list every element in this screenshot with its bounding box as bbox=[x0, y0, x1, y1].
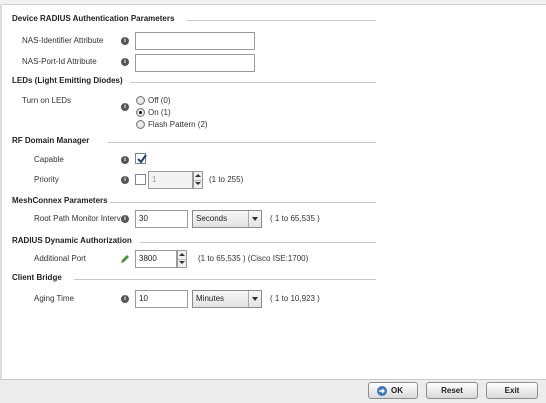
info-icon[interactable]: i bbox=[121, 215, 129, 223]
nas-port-input[interactable] bbox=[135, 54, 255, 72]
section-divider bbox=[74, 279, 376, 280]
aging-time-input[interactable]: 10 bbox=[135, 290, 188, 308]
radio-off[interactable] bbox=[136, 96, 145, 105]
root-path-range: ( 1 to 65,535 ) bbox=[270, 214, 320, 223]
radio-flash[interactable] bbox=[136, 120, 145, 129]
nas-port-label: NAS-Port-Id Attribute bbox=[22, 57, 97, 66]
aging-time-unit-select[interactable]: Minutes bbox=[192, 290, 262, 308]
section-title: Client Bridge bbox=[12, 273, 62, 282]
checkmark-icon bbox=[137, 154, 147, 164]
aging-time-range: ( 1 to 10,923 ) bbox=[270, 294, 320, 303]
capable-label: Capable bbox=[34, 155, 64, 164]
additional-port-input[interactable]: 3800 bbox=[135, 250, 177, 268]
additional-port-range: (1 to 65,535 ) (Cisco ISE:1700) bbox=[198, 254, 309, 263]
arrow-right-icon bbox=[377, 386, 387, 396]
section-divider bbox=[110, 202, 376, 203]
section-title: RF Domain Manager bbox=[12, 136, 90, 145]
left-edge bbox=[0, 4, 2, 379]
chevron-down-icon bbox=[248, 211, 261, 227]
section-title: Device RADIUS Authentication Parameters bbox=[12, 14, 175, 23]
section-rf-domain: RF Domain Manager bbox=[0, 136, 546, 148]
section-title: RADIUS Dynamic Authorization bbox=[12, 236, 132, 245]
priority-label: Priority bbox=[34, 175, 59, 184]
aging-time-label: Aging Time bbox=[34, 294, 75, 303]
section-leds: LEDs (Light Emitting Diodes) bbox=[0, 76, 546, 88]
section-client-bridge: Client Bridge bbox=[0, 273, 546, 285]
info-icon[interactable]: i bbox=[121, 103, 129, 111]
section-title: MeshConnex Parameters bbox=[12, 196, 108, 205]
reset-button[interactable]: Reset bbox=[426, 382, 478, 399]
select-value: Minutes bbox=[196, 294, 225, 303]
ok-label: OK bbox=[391, 386, 403, 395]
pencil-icon[interactable] bbox=[120, 254, 130, 264]
priority-range: (1 to 255) bbox=[209, 175, 244, 184]
top-edge bbox=[0, 0, 546, 5]
exit-button[interactable]: Exit bbox=[486, 382, 538, 399]
reset-label: Reset bbox=[441, 386, 463, 395]
section-divider bbox=[187, 20, 376, 21]
info-icon[interactable]: i bbox=[121, 37, 129, 45]
priority-input[interactable]: 1 bbox=[148, 171, 193, 189]
section-divider bbox=[140, 242, 376, 243]
exit-label: Exit bbox=[504, 386, 520, 395]
info-icon[interactable]: i bbox=[121, 176, 129, 184]
root-path-label: Root Path Monitor Interval bbox=[34, 214, 127, 223]
nas-identifier-input[interactable] bbox=[135, 32, 255, 50]
chevron-down-icon bbox=[248, 291, 261, 307]
ok-button[interactable]: OK bbox=[368, 382, 418, 399]
section-divider bbox=[108, 142, 376, 143]
priority-checkbox[interactable] bbox=[135, 174, 146, 185]
section-title: LEDs (Light Emitting Diodes) bbox=[12, 76, 123, 85]
root-path-unit-select[interactable]: Seconds bbox=[192, 210, 262, 228]
radio-off-label: Off (0) bbox=[148, 96, 171, 105]
additional-port-label: Additional Port bbox=[34, 254, 87, 263]
section-divider bbox=[130, 82, 376, 83]
turn-on-leds-label: Turn on LEDs bbox=[22, 96, 72, 105]
section-device-radius: Device RADIUS Authentication Parameters bbox=[0, 14, 546, 26]
radio-on-label: On (1) bbox=[148, 108, 171, 117]
section-meshconnex: MeshConnex Parameters bbox=[0, 196, 546, 208]
priority-stepper[interactable] bbox=[193, 171, 203, 189]
select-value: Seconds bbox=[196, 214, 228, 223]
section-radius-dynamic: RADIUS Dynamic Authorization bbox=[0, 236, 546, 248]
nas-identifier-label: NAS-Identifier Attribute bbox=[22, 36, 104, 45]
info-icon[interactable]: i bbox=[121, 58, 129, 66]
info-icon[interactable]: i bbox=[121, 156, 129, 164]
capable-checkbox[interactable] bbox=[135, 153, 147, 164]
radio-flash-label: Flash Pattern (2) bbox=[148, 120, 208, 129]
info-icon[interactable]: i bbox=[121, 295, 129, 303]
additional-port-stepper[interactable] bbox=[177, 250, 187, 268]
root-path-input[interactable]: 30 bbox=[135, 210, 188, 228]
radio-on[interactable] bbox=[136, 108, 145, 117]
